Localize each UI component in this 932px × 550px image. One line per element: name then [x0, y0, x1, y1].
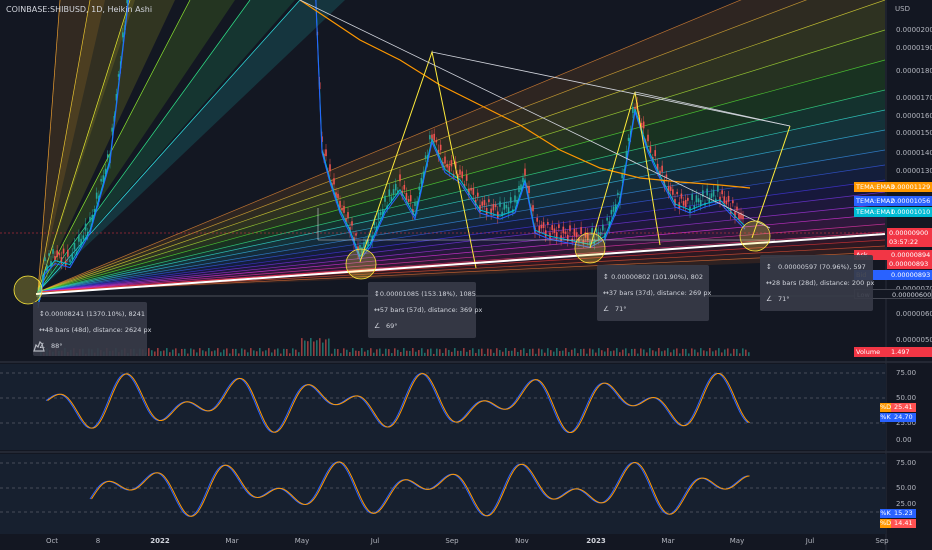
price-tick: 0.00001800 — [896, 67, 932, 75]
angle-icon: ∠ — [603, 305, 610, 313]
osc-tick: 0.00 — [896, 436, 912, 444]
price-badge: TEMA:EMA3 0.00001129 — [854, 182, 932, 192]
time-tick: Jul — [370, 537, 380, 545]
badge-value: 0.00000893 — [891, 271, 931, 279]
time-tick: May — [729, 537, 745, 545]
price-badge: TEMA:EMA2 0.00001056 — [854, 196, 932, 206]
price-range-icon: ↕ — [603, 273, 609, 281]
price-tick: 0.00001500 — [896, 129, 932, 137]
measure-tooltip-4: ↕ 0.00000597 (70.96%), 597 ↔ 28 bars (28d)… — [760, 255, 874, 311]
angle-icon: ∠ — [374, 322, 381, 330]
measure-tooltip-2: ↕ 0.00001085 (153.18%), 1085 ↔ 57 bars (57… — [368, 282, 482, 338]
time-tick: 2022 — [150, 537, 170, 545]
tradingview-logo-icon — [32, 338, 46, 352]
osc-tick: 75.00 — [896, 459, 917, 467]
badge-value: 0.00000893 — [889, 260, 929, 268]
osc2-second-badge: %D 14.41 — [880, 519, 916, 528]
time-tick: Oct — [45, 537, 59, 545]
badge-value: 0.00001056 — [891, 197, 931, 205]
price-tick: 0.00001700 — [896, 94, 932, 102]
time-tick: Jul — [805, 537, 815, 545]
osc-tick: 25.00 — [896, 500, 917, 508]
badge-value: 0.00001129 — [891, 183, 931, 191]
measure-tooltip-1: ↕ 0.00008241 (1370.10%), 8241 ↔ 48 bars (4… — [33, 302, 151, 356]
time-tick: Sep — [445, 537, 459, 545]
price-tick: 0.00001400 — [896, 149, 932, 157]
price-tick: 0.00002000 — [896, 26, 932, 34]
price-tick: 0.00000600 — [896, 310, 932, 318]
price-tick: 0.00001600 — [896, 112, 932, 120]
chart-app[interactable]: COINBASE:SHIBUSD, 1D, Heikin Ashi USD 0.… — [0, 0, 932, 550]
price-tick: 0.00001900 — [896, 44, 932, 52]
osc-tick: 50.00 — [896, 484, 917, 492]
badge-value: 0.00001010 — [891, 208, 931, 216]
badge-value: 1.497 — [891, 348, 910, 356]
time-tick: 2023 — [586, 537, 606, 545]
badge-value: 0.00000600 — [892, 291, 932, 299]
price-tick: 0.00000500 — [896, 336, 932, 344]
price-badge: 0.00000893 — [887, 259, 932, 269]
osc-tick: 50.00 — [896, 394, 917, 402]
osc1-first-badge: %D 25.41 — [880, 403, 916, 412]
osc-tick: 75.00 — [896, 369, 917, 377]
currency-label: USD — [895, 5, 910, 13]
time-tick: Nov — [515, 537, 529, 545]
price-badge: TEMA:EMA1 0.00001010 — [854, 207, 932, 217]
time-tick: May — [294, 537, 310, 545]
badge-value: 03:57:22 — [889, 238, 919, 246]
angle-icon: ∠ — [766, 295, 773, 303]
price-tick: 0.00001300 — [896, 167, 932, 175]
badge-key: Volume — [856, 348, 881, 356]
time-tick: Sep — [875, 537, 889, 545]
price-range-icon: ↕ — [766, 263, 772, 271]
time-tick: Mar — [225, 537, 239, 545]
price-badge: Volume 1.497 — [854, 347, 932, 357]
time-tick: Mar — [661, 537, 675, 545]
symbol-title[interactable]: COINBASE:SHIBUSD, 1D, Heikin Ashi — [6, 5, 152, 14]
measure-tooltip-3: ↕ 0.00000802 (101.90%), 802 ↔ 37 bars (37d… — [597, 265, 711, 321]
price-badge: 03:57:22 — [887, 237, 932, 247]
osc1-second-badge: %K 24.70 — [880, 413, 916, 422]
time-tick: 8 — [95, 537, 101, 545]
osc2-first-badge: %K 15.23 — [880, 509, 916, 518]
